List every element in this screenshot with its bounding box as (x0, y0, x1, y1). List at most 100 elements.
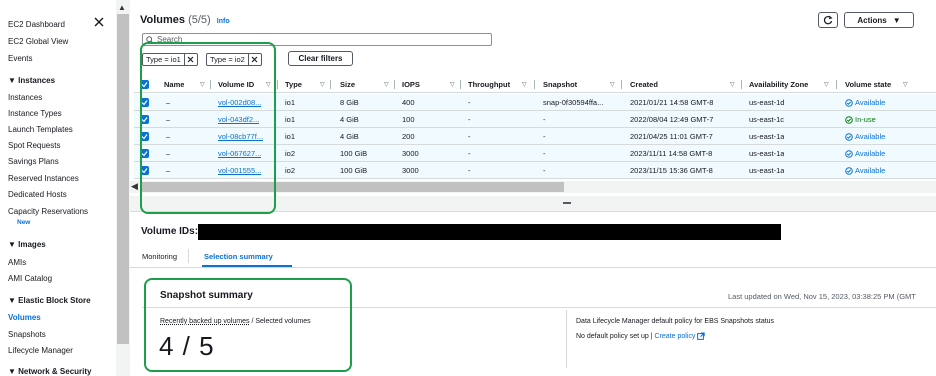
cell-volume-state: Available (845, 94, 885, 111)
sidebar-item-ec2-global-view[interactable]: EC2 Global View (8, 37, 68, 46)
column-header-name[interactable]: Name (164, 76, 184, 93)
sort-icon[interactable]: ▽ (522, 81, 527, 88)
horizontal-scrollbar-thumb[interactable] (140, 182, 564, 192)
cell-volume-id-link[interactable]: vol-08cb77f... (218, 128, 263, 145)
select-all-checkbox[interactable] (140, 76, 149, 93)
column-header-created[interactable]: Created (630, 76, 658, 93)
remove-filter-icon[interactable] (247, 53, 261, 66)
tab-monitoring[interactable]: Monitoring (142, 252, 177, 261)
sidebar-item-spot-requests[interactable]: Spot Requests (8, 141, 60, 150)
actions-button[interactable]: Actions ▼ (844, 12, 914, 28)
cell-volume-id-link[interactable]: vol-001555... (218, 162, 261, 179)
row-checkbox[interactable] (140, 128, 149, 145)
sidebar-item-ami-catalog[interactable]: AMI Catalog (8, 274, 52, 283)
sidebar-item-launch-templates[interactable]: Launch Templates (8, 125, 73, 134)
table-row[interactable]: – vol-08cb77f... io1 4 GiB 200 - - 2021/… (134, 128, 936, 145)
row-checkbox[interactable] (140, 94, 149, 111)
cell-size: 4 GiB (340, 115, 359, 124)
cell-volume-id-link[interactable]: vol-043df2... (218, 111, 259, 128)
cell-name: – (166, 132, 171, 141)
filter-token-io1: Type = io1 (142, 53, 198, 66)
sort-icon[interactable]: ▽ (824, 81, 829, 88)
sidebar-item-savings-plans[interactable]: Savings Plans (8, 157, 59, 166)
table-row[interactable]: – vol-067627... io2 100 GiB 3000 - - 202… (134, 145, 936, 162)
cell-size: 4 GiB (340, 132, 359, 141)
row-checkbox[interactable] (140, 111, 149, 128)
sidebar-item-amis[interactable]: AMIs (8, 258, 26, 267)
row-checkbox[interactable] (140, 162, 149, 179)
sidebar-section-network-security[interactable]: ▼ Network & Security (8, 367, 92, 376)
cell-volume-state: In-use (845, 111, 876, 128)
cell-iops: 3000 (402, 149, 419, 158)
scroll-left-icon[interactable]: ◀ (131, 181, 138, 192)
clear-filters-button[interactable]: Clear filters (288, 51, 353, 66)
sidebar-item-volumes[interactable]: Volumes (8, 313, 41, 322)
table-row[interactable]: – vol-002d08... io1 8 GiB 400 - snap-0f3… (134, 94, 936, 111)
split-panel-handle[interactable] (130, 196, 936, 212)
cell-volume-id-link[interactable]: vol-067627... (218, 145, 261, 162)
cell-throughput: - (468, 98, 471, 107)
table-horizontal-scrollbar[interactable]: ◀ (130, 181, 936, 193)
external-link-icon[interactable] (697, 332, 706, 340)
row-checkbox[interactable] (140, 145, 149, 162)
column-header-snapshot[interactable]: Snapshot (543, 76, 577, 93)
sort-icon[interactable]: ▽ (730, 81, 735, 88)
sort-icon[interactable]: ▽ (610, 81, 615, 88)
cell-availability-zone: us-east-1c (749, 115, 785, 124)
sidebar-item-instances[interactable]: Instances (8, 93, 42, 102)
column-header-type[interactable]: Type (285, 76, 302, 93)
sidebar-section-ebs[interactable]: ▼ Elastic Block Store (8, 296, 91, 305)
column-divider (741, 80, 742, 89)
info-link[interactable]: Info (217, 18, 230, 25)
remove-filter-icon[interactable] (183, 53, 197, 66)
sort-icon[interactable]: ▽ (320, 81, 325, 88)
cell-snapshot: - (543, 166, 546, 175)
sidebar-item-events[interactable]: Events (8, 54, 32, 63)
sort-icon[interactable]: ▽ (903, 81, 908, 88)
cell-iops: 400 (402, 98, 415, 107)
drag-handle-icon[interactable] (563, 202, 571, 204)
close-icon[interactable] (93, 16, 105, 28)
sort-icon[interactable]: ▽ (450, 81, 455, 88)
tab-selection-summary[interactable]: Selection summary (204, 252, 273, 261)
column-header-throughput[interactable]: Throughput (468, 76, 510, 93)
cell-snapshot: - (543, 149, 546, 158)
column-header-volume-state[interactable]: Volume state (845, 76, 891, 93)
sidebar-item-ec2-dashboard[interactable]: EC2 Dashboard (8, 20, 65, 29)
sidebar-scrollbar-thumb[interactable] (117, 14, 129, 344)
sort-icon[interactable]: ▽ (384, 81, 389, 88)
sidebar-item-reserved-instances[interactable]: Reserved Instances (8, 174, 79, 183)
cell-volume-state: Available (845, 162, 885, 179)
refresh-button[interactable] (818, 12, 838, 28)
sidebar-item-dedicated-hosts[interactable]: Dedicated Hosts (8, 190, 67, 199)
column-header-availability-zone[interactable]: Availability Zone (749, 76, 808, 93)
table-row[interactable]: – vol-001555... io2 100 GiB 3000 - - 202… (134, 162, 936, 179)
sidebar-item-lifecycle-manager[interactable]: Lifecycle Manager (8, 346, 73, 355)
sidebar-item-snapshots[interactable]: Snapshots (8, 330, 46, 339)
sidebar-item-capacity-reservations[interactable]: Capacity Reservations (8, 207, 88, 216)
cell-size: 100 GiB (340, 166, 368, 175)
cell-volume-id-link[interactable]: vol-002d08... (218, 94, 261, 111)
column-header-volume-id[interactable]: Volume ID (218, 76, 254, 93)
sort-icon[interactable]: ▽ (266, 81, 271, 88)
create-policy-link[interactable]: Create policy (655, 333, 696, 340)
sort-icon[interactable]: ▽ (200, 81, 205, 88)
search-input[interactable]: Search (142, 33, 492, 46)
column-header-size[interactable]: Size (340, 76, 355, 93)
sidebar-section-images[interactable]: ▼ Images (8, 240, 46, 249)
column-divider (277, 80, 278, 89)
sidebar-section-instances[interactable]: ▼ Instances (8, 76, 55, 85)
column-divider (621, 80, 622, 89)
search-placeholder: Search (157, 35, 183, 44)
column-divider (836, 80, 837, 89)
sidebar-item-instance-types[interactable]: Instance Types (8, 109, 62, 118)
caret-down-icon: ▼ (892, 15, 901, 25)
table-row[interactable]: – vol-043df2... io1 4 GiB 100 - - 2022/0… (134, 111, 936, 128)
column-header-iops[interactable]: IOPS (402, 76, 420, 93)
cell-type: io2 (285, 166, 296, 175)
cell-type: io1 (285, 115, 296, 124)
check-circle-icon (845, 98, 853, 107)
scroll-up-icon[interactable]: ▲ (118, 3, 126, 12)
recently-backed-up-tooltip[interactable]: Recently backed up volumes (160, 318, 250, 325)
cell-snapshot: - (543, 132, 546, 141)
